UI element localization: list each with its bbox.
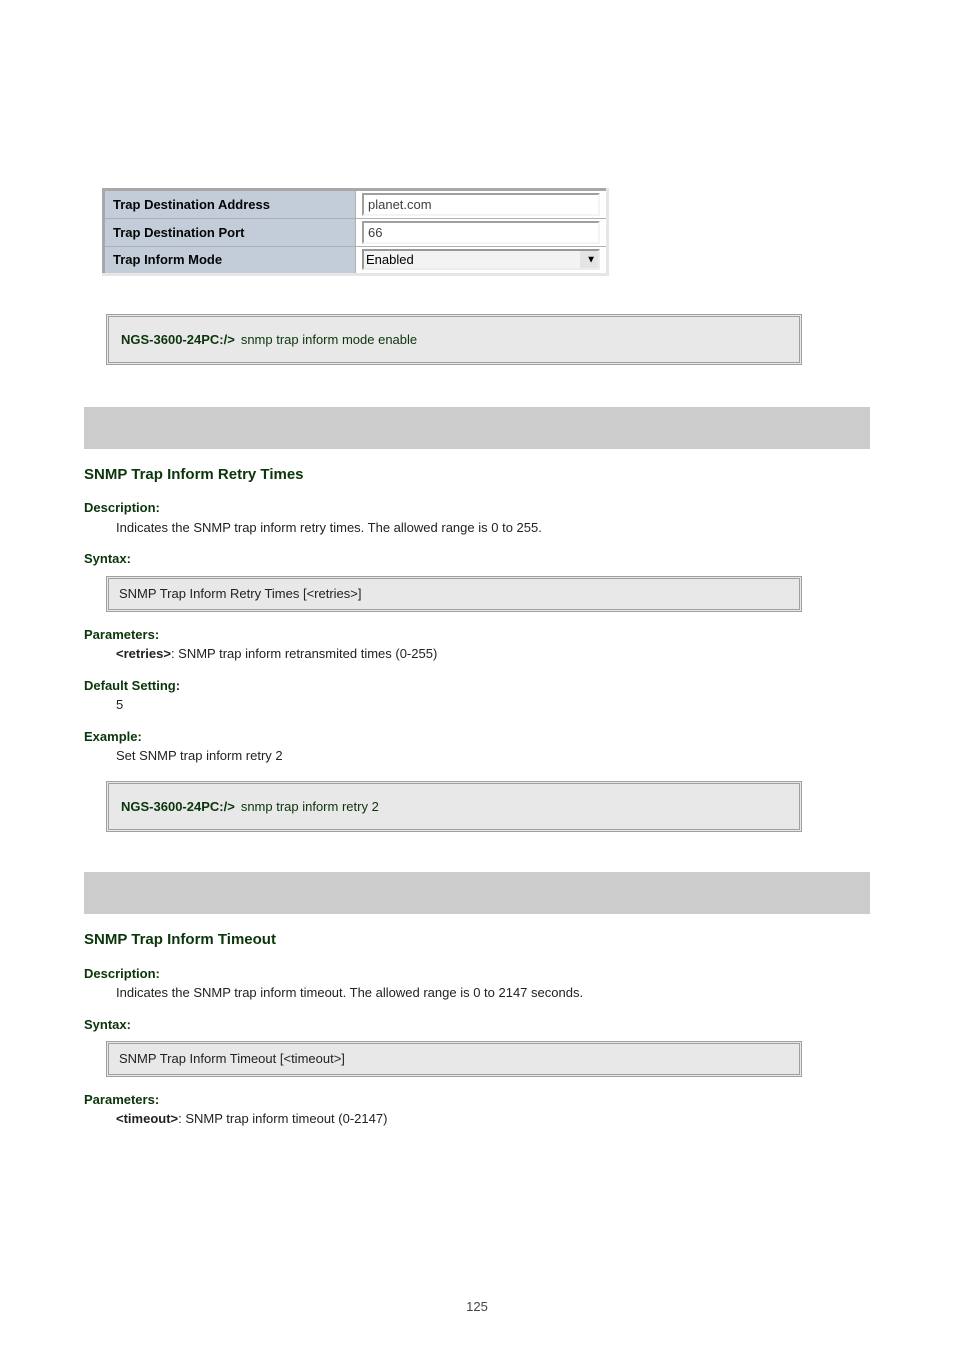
section-title-timeout: SNMP Trap Inform Timeout [84, 930, 870, 950]
syntax-box: SNMP Trap Inform Retry Times [<retries>] [106, 576, 802, 612]
trap-config-table: Trap Destination Address Trap Destinatio… [102, 188, 609, 276]
section-title-retry: SNMP Trap Inform Retry Times [84, 465, 870, 485]
trap-dest-port-input[interactable] [362, 221, 600, 244]
description-label: Description: [84, 499, 870, 517]
cli-command: snmp trap inform mode enable [241, 332, 417, 347]
cmd-example-box: NGS-3600-24PC:/>snmp trap inform retry 2 [106, 781, 802, 833]
syntax-label: Syntax: [84, 550, 870, 568]
cli-prompt: NGS-3600-24PC:/> [121, 799, 241, 814]
cmd-example-box: NGS-3600-24PC:/>snmp trap inform mode en… [106, 314, 802, 366]
section-divider [84, 407, 870, 449]
parameters-text: <retries>: SNMP trap inform retransmited… [116, 645, 870, 663]
description-text: Indicates the SNMP trap inform retry tim… [116, 519, 776, 537]
trap-dest-address-input[interactable] [362, 193, 600, 216]
trap-inform-mode-select[interactable]: Enabled [362, 249, 600, 270]
table-row: Trap Destination Address [104, 190, 608, 219]
label-trap-inform-mode: Trap Inform Mode [104, 247, 356, 275]
example-label: Example: [84, 728, 870, 746]
page-number: 125 [0, 1298, 954, 1316]
description-text: Indicates the SNMP trap inform timeout. … [116, 984, 776, 1002]
default-label: Default Setting: [84, 677, 870, 695]
table-row: Trap Inform Mode Enabled ▼ [104, 247, 608, 275]
default-value: 5 [116, 696, 870, 714]
table-row: Trap Destination Port [104, 219, 608, 247]
syntax-label: Syntax: [84, 1016, 870, 1034]
parameters-text: <timeout>: SNMP trap inform timeout (0-2… [116, 1110, 870, 1128]
cli-prompt: NGS-3600-24PC:/> [121, 332, 241, 347]
cli-command: snmp trap inform retry 2 [241, 799, 379, 814]
description-label: Description: [84, 965, 870, 983]
label-trap-dest-addr: Trap Destination Address [104, 190, 356, 219]
example-text: Set SNMP trap inform retry 2 [116, 747, 870, 765]
parameters-label: Parameters: [84, 1091, 870, 1109]
syntax-text: SNMP Trap Inform Timeout [<timeout>] [119, 1051, 345, 1066]
syntax-text: SNMP Trap Inform Retry Times [<retries>] [119, 586, 362, 601]
label-trap-dest-port: Trap Destination Port [104, 219, 356, 247]
parameters-label: Parameters: [84, 626, 870, 644]
syntax-box: SNMP Trap Inform Timeout [<timeout>] [106, 1041, 802, 1077]
section-divider [84, 872, 870, 914]
